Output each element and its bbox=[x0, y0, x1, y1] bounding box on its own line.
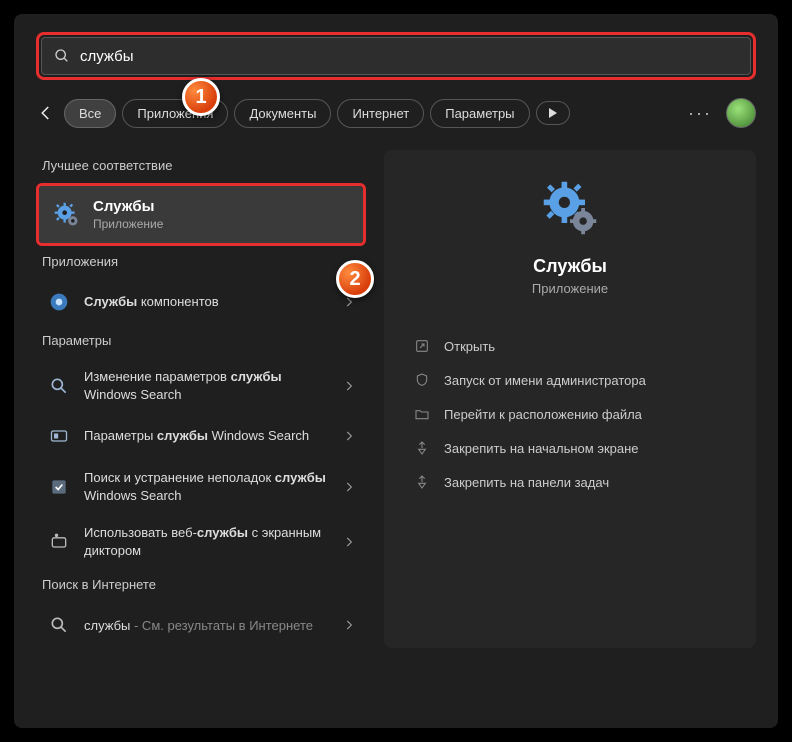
pin-icon bbox=[414, 440, 430, 456]
tab-internet[interactable]: Интернет bbox=[337, 99, 424, 128]
settings-result-1[interactable]: Параметры службы Windows Search bbox=[36, 413, 366, 459]
tab-all[interactable]: Все bbox=[64, 99, 116, 128]
results-column: Лучшее соответствие Службы Приложение 2 … bbox=[36, 150, 366, 648]
detail-panel: Службы Приложение Открыть Запуск от имен… bbox=[384, 150, 756, 648]
action-label: Закрепить на панели задач bbox=[444, 475, 609, 490]
filter-tabs-row: Все Приложения Документы Интернет Параме… bbox=[36, 98, 756, 128]
settings-icon bbox=[46, 423, 72, 449]
action-open-file-location[interactable]: Перейти к расположению файла bbox=[408, 398, 732, 430]
best-match-result[interactable]: Службы Приложение bbox=[39, 186, 363, 243]
annotation-badge-2: 2 bbox=[336, 260, 374, 298]
best-match-title: Службы bbox=[93, 198, 163, 215]
pin-icon bbox=[414, 474, 430, 490]
action-pin-to-taskbar[interactable]: Закрепить на панели задач bbox=[408, 466, 732, 498]
result-label: Изменение параметров службы Windows Sear… bbox=[84, 368, 330, 403]
action-label: Запуск от имени администратора bbox=[444, 373, 646, 388]
app-result-component-services[interactable]: Службы компонентов bbox=[36, 279, 366, 325]
search-icon bbox=[46, 612, 72, 638]
detail-title: Службы bbox=[408, 256, 732, 277]
result-label: Службы компонентов bbox=[84, 293, 330, 311]
search-bar[interactable] bbox=[41, 37, 751, 75]
result-label: Поиск и устранение неполадок службы Wind… bbox=[84, 469, 330, 504]
tab-settings[interactable]: Параметры bbox=[430, 99, 529, 128]
folder-icon bbox=[414, 406, 430, 422]
chevron-right-icon bbox=[342, 429, 356, 443]
result-label: службы - См. результаты в Интернете bbox=[84, 617, 330, 635]
back-button[interactable] bbox=[36, 103, 56, 123]
detail-gear-icon bbox=[540, 178, 600, 238]
action-label: Перейти к расположению файла bbox=[444, 407, 642, 422]
action-label: Открыть bbox=[444, 339, 495, 354]
tab-more-play[interactable] bbox=[536, 101, 570, 125]
action-pin-to-start[interactable]: Закрепить на начальном экране bbox=[408, 432, 732, 464]
tab-documents[interactable]: Документы bbox=[234, 99, 331, 128]
chevron-right-icon bbox=[342, 618, 356, 632]
settings-result-2[interactable]: Поиск и устранение неполадок службы Wind… bbox=[36, 459, 366, 514]
settings-result-3[interactable]: Использовать веб-службы с экранным дикто… bbox=[36, 514, 366, 569]
shield-icon bbox=[414, 372, 430, 388]
search-input[interactable] bbox=[80, 48, 738, 65]
settings-icon bbox=[46, 529, 72, 555]
chevron-right-icon bbox=[342, 379, 356, 393]
action-run-as-admin[interactable]: Запуск от имени администратора bbox=[408, 364, 732, 396]
user-avatar[interactable] bbox=[726, 98, 756, 128]
section-web-title: Поиск в Интернете bbox=[36, 577, 366, 592]
best-match-subtitle: Приложение bbox=[93, 217, 163, 231]
action-open[interactable]: Открыть bbox=[408, 330, 732, 362]
action-label: Закрепить на начальном экране bbox=[444, 441, 639, 456]
settings-result-0[interactable]: Изменение параметров службы Windows Sear… bbox=[36, 358, 366, 413]
web-result-0[interactable]: службы - См. результаты в Интернете bbox=[36, 602, 366, 648]
section-apps-title: Приложения bbox=[36, 254, 366, 269]
chevron-right-icon bbox=[342, 480, 356, 494]
annotation-badge-1: 1 bbox=[182, 78, 220, 116]
section-settings-title: Параметры bbox=[36, 333, 366, 348]
services-gear-icon bbox=[53, 201, 81, 229]
best-match-highlight: Службы Приложение bbox=[36, 183, 366, 246]
settings-icon bbox=[46, 474, 72, 500]
detail-subtitle: Приложение bbox=[408, 281, 732, 296]
more-options-button[interactable]: ··· bbox=[682, 103, 718, 124]
settings-icon bbox=[46, 373, 72, 399]
result-label: Использовать веб-службы с экранным дикто… bbox=[84, 524, 330, 559]
section-best-match-title: Лучшее соответствие bbox=[36, 158, 366, 173]
search-box-highlight bbox=[36, 32, 756, 80]
open-icon bbox=[414, 338, 430, 354]
component-services-icon bbox=[46, 289, 72, 315]
chevron-right-icon bbox=[342, 535, 356, 549]
search-icon bbox=[54, 48, 70, 64]
result-label: Параметры службы Windows Search bbox=[84, 427, 330, 445]
